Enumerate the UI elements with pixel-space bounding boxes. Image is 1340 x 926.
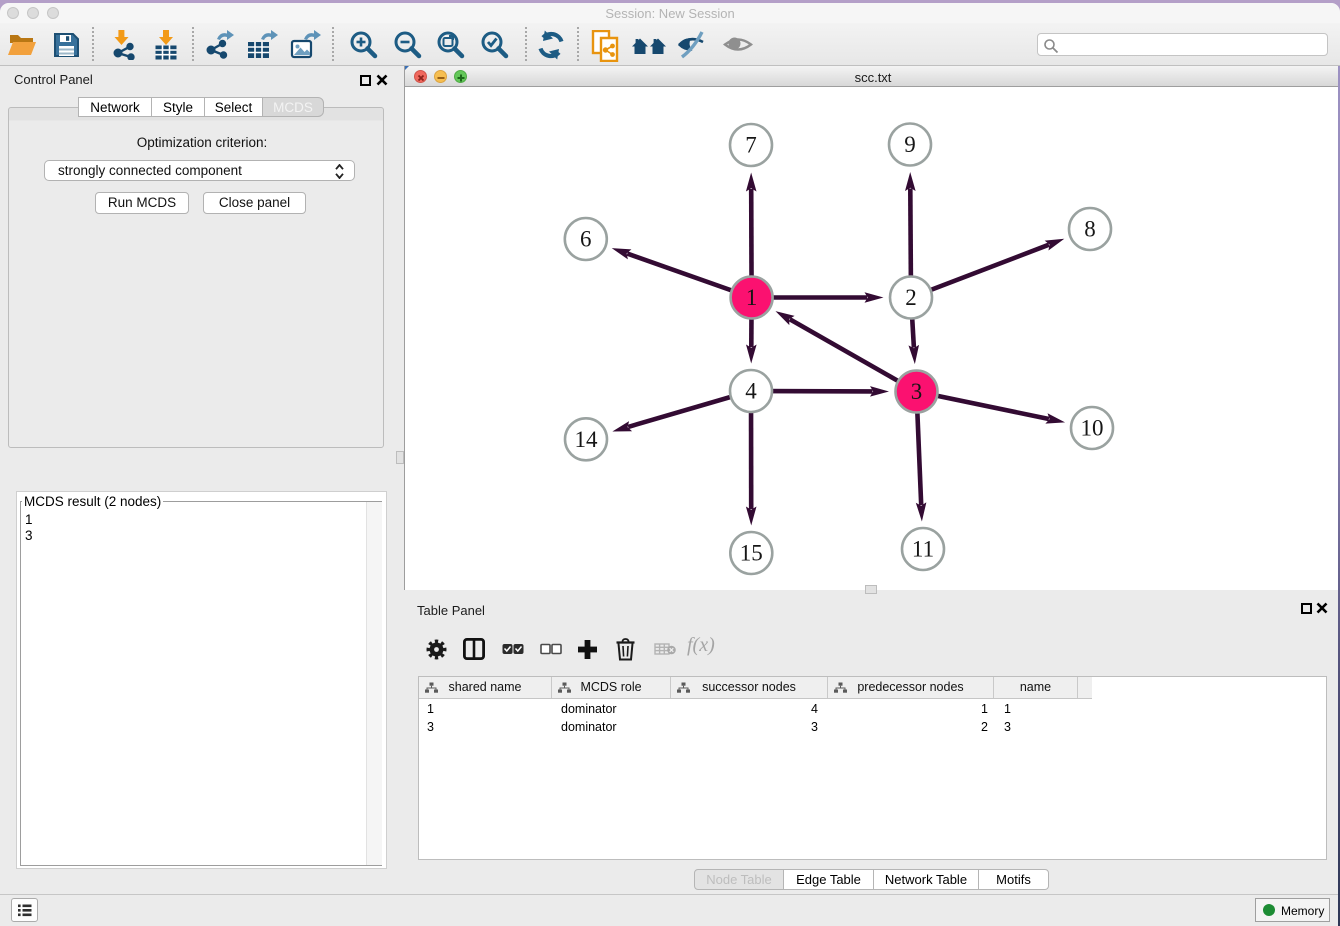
svg-text:4: 4	[745, 379, 757, 404]
svg-text:3: 3	[911, 379, 923, 404]
svg-text:6: 6	[580, 227, 592, 252]
svg-text:7: 7	[745, 133, 757, 158]
svg-text:10: 10	[1081, 416, 1104, 441]
svg-text:9: 9	[904, 132, 916, 157]
svg-text:2: 2	[905, 285, 917, 310]
svg-text:15: 15	[740, 541, 763, 566]
svg-text:1: 1	[746, 285, 758, 310]
svg-text:14: 14	[575, 427, 599, 452]
svg-text:11: 11	[912, 537, 934, 562]
svg-text:8: 8	[1084, 217, 1096, 242]
